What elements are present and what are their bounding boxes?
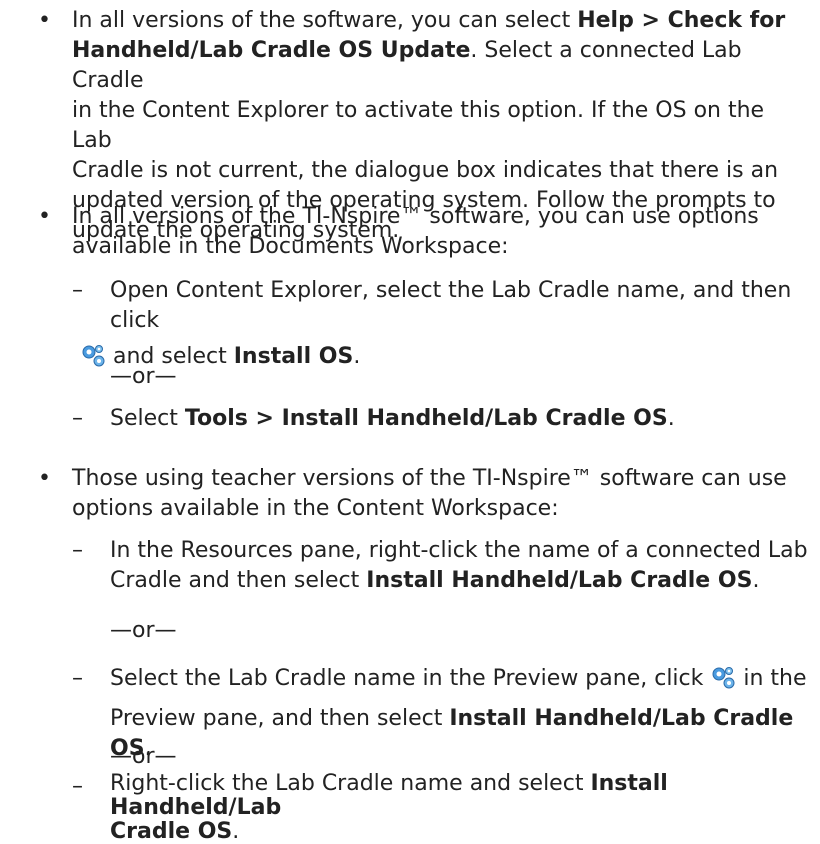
settings-gear-icon xyxy=(82,345,105,367)
document-page: • In all versions of the software, you c… xyxy=(38,8,808,844)
or-separator: —or— xyxy=(110,618,177,643)
bullet-marker: • xyxy=(38,8,51,33)
bullet-text: In all versions of the TI-Nspire™ softwa… xyxy=(72,204,759,259)
bullet-text: Those using teacher versions of the TI-N… xyxy=(72,466,787,521)
dash-marker: – xyxy=(72,666,83,691)
settings-gear-icon xyxy=(712,667,735,689)
dash-marker: – xyxy=(72,774,83,799)
dash-marker: – xyxy=(72,406,83,431)
menu-path-help-check: Help > Check for xyxy=(577,8,786,33)
bullet-marker: • xyxy=(38,204,51,229)
dash-marker: – xyxy=(72,538,83,563)
bullet-marker: • xyxy=(38,466,51,491)
menu-path-tools-install: Tools > Install Handheld/Lab Cradle OS xyxy=(184,406,668,431)
dash-marker: – xyxy=(72,278,83,303)
or-separator: —or— xyxy=(110,744,177,769)
or-separator: —or— xyxy=(110,364,177,389)
